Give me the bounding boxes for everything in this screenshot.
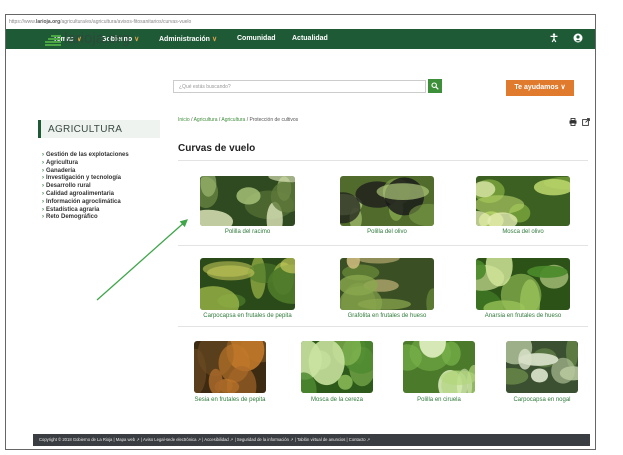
sidebar-item-label: Ganadería — [46, 167, 76, 174]
nav-item-label: Actualidad — [292, 35, 328, 42]
page-title: Curvas de vuelo — [178, 143, 256, 154]
card-thumbnail[interactable] — [403, 341, 475, 393]
card-caption[interactable]: Mosca del olivo — [446, 229, 600, 235]
card-thumbnail[interactable] — [340, 258, 434, 310]
nav-item-comunidad[interactable]: Comunidad — [237, 35, 276, 42]
site-footer: Copyright © 2018 Gobierno de La Rioja | … — [33, 434, 590, 446]
screenshot-frame: https://www.larioja.org/agricultura/es/a… — [0, 0, 623, 455]
sidebar-item-gestion[interactable]: › Gestión de las explotaciones — [42, 152, 166, 160]
sidebar-item-informacion-agroclimatica[interactable]: › Información agroclimática — [42, 199, 166, 207]
user-icon[interactable] — [573, 33, 583, 45]
sidebar-item-label: Agricultura — [46, 159, 79, 166]
card-thumbnail[interactable] — [476, 258, 570, 310]
card-thumbnail[interactable] — [506, 341, 578, 393]
card-thumbnail[interactable] — [340, 176, 434, 226]
nav-item-administracion[interactable]: Administración ∨ — [159, 35, 217, 43]
logo-mark-icon — [45, 35, 61, 47]
page-tools — [569, 118, 590, 128]
card-caption[interactable]: Polilla del racimo — [170, 229, 325, 235]
title-divider — [178, 160, 588, 161]
search-input[interactable]: ¿Qué estás buscando? — [173, 80, 426, 93]
row-divider — [178, 326, 588, 327]
card-caption[interactable]: Carpocapsa en frutales de pepita — [170, 313, 325, 319]
card-caption[interactable]: Anarsia en frutales de hueso — [446, 313, 600, 319]
chevron-right-icon: › — [42, 190, 44, 197]
sidebar-item-desarrollo-rural[interactable]: › Desarrollo rural — [42, 183, 166, 191]
card-thumbnail[interactable] — [200, 258, 295, 310]
sidebar-item-reto-demografico[interactable]: › Reto Demográfico — [42, 214, 166, 222]
sidebar-item-agricultura[interactable]: › Agricultura — [42, 160, 166, 168]
sidebar-item-investigacion[interactable]: › Investigación y tecnología — [42, 175, 166, 183]
url-prefix: https://www. — [9, 19, 36, 25]
sidebar-item-ganaderia[interactable]: › Ganadería — [42, 168, 166, 176]
sidebar-item-label: Calidad agroalimentaria — [46, 190, 115, 197]
logo-text: larioja.org — [64, 30, 130, 47]
help-dropdown-button[interactable]: Te ayudamos ∨ — [506, 80, 574, 96]
card-caption[interactable]: Carpocapsa en nogal — [476, 397, 608, 403]
chevron-right-icon: › — [42, 152, 44, 158]
sidebar-item-label: Información agroclimática — [46, 198, 121, 205]
row-divider — [178, 245, 588, 246]
chevron-right-icon: › — [42, 198, 44, 205]
card-thumbnail[interactable] — [301, 341, 373, 393]
sidebar-item-label: Reto Demográfico — [46, 214, 98, 221]
card-thumbnail[interactable] — [476, 176, 570, 226]
card-thumbnail[interactable] — [200, 176, 295, 226]
sidebar-item-label: Desarrollo rural — [46, 183, 91, 190]
sidebar-section-title: AGRICULTURA — [38, 120, 160, 138]
breadcrumb-current: Protección de cultivos — [249, 117, 299, 123]
chevron-right-icon: › — [42, 159, 44, 166]
chevron-right-icon: › — [42, 214, 44, 221]
breadcrumb-separator: / — [246, 117, 249, 123]
sidebar-item-label: Estadística agraria — [46, 206, 100, 213]
card-caption[interactable]: Grafolita en frutales de hueso — [310, 313, 464, 319]
nav-item-label: Comunidad — [237, 35, 276, 42]
search-icon — [431, 82, 439, 92]
site-header — [6, 49, 595, 107]
chevron-right-icon: › — [42, 175, 44, 182]
accessibility-icon[interactable] — [549, 33, 559, 45]
chevron-down-icon: ∨ — [560, 84, 566, 91]
nav-item-actualidad[interactable]: Actualidad — [292, 35, 328, 42]
breadcrumb-separator: / — [191, 117, 193, 123]
card-caption[interactable]: Polilla del olivo — [310, 229, 464, 235]
url-domain: larioja.org — [35, 19, 61, 25]
chevron-right-icon: › — [42, 167, 44, 174]
url-path: /agricultura/es/agricultura/avisos-fitos… — [60, 19, 192, 25]
chevron-right-icon: › — [42, 206, 44, 213]
share-icon[interactable] — [582, 118, 590, 128]
sidebar-item-label: Investigación y tecnología — [46, 175, 122, 182]
chevron-down-icon: ∨ — [134, 36, 140, 43]
help-button-label: Te ayudamos — [514, 84, 559, 91]
sidebar-item-calidad[interactable]: › Calidad agroalimentaria — [42, 191, 166, 199]
breadcrumb-link[interactable]: Agricultura — [221, 117, 245, 123]
sidebar-menu: › Gestión de las explotaciones › Agricultu… — [42, 152, 166, 222]
search-button[interactable] — [428, 79, 442, 93]
sidebar-item-label: Gestión de las explotaciones — [46, 152, 129, 158]
sidebar-item-estadistica[interactable]: › Estadística agraria — [42, 207, 166, 215]
chevron-down-icon: ∨ — [211, 36, 218, 43]
breadcrumb-link[interactable]: Inicio — [178, 117, 190, 123]
print-icon[interactable] — [569, 118, 579, 128]
card-thumbnail[interactable] — [194, 341, 266, 393]
nav-item-label: Administración — [159, 36, 210, 43]
address-bar[interactable]: https://www.larioja.org/agricultura/es/a… — [6, 15, 595, 29]
chevron-right-icon: › — [42, 183, 44, 190]
breadcrumb-link[interactable]: Agricultura — [194, 117, 218, 123]
breadcrumb: Inicio / Agricultura / Agricultura / Pro… — [178, 117, 298, 123]
